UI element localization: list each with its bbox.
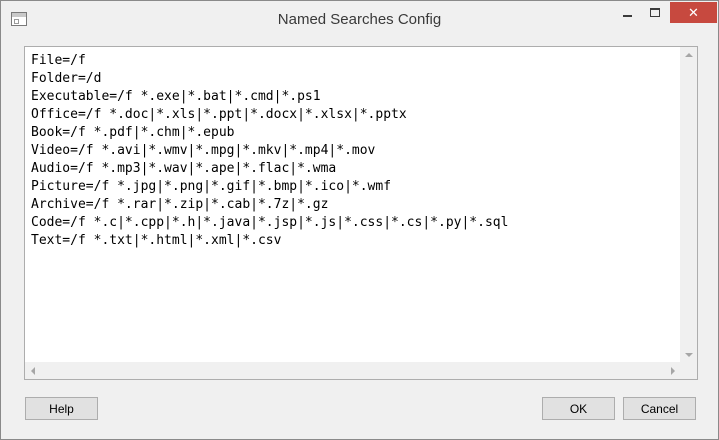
cancel-button[interactable]: Cancel: [623, 397, 696, 420]
config-line: Code=/f *.c|*.cpp|*.h|*.java|*.jsp|*.js|…: [31, 215, 509, 230]
window-title: Named Searches Config: [277, 11, 442, 28]
dialog-window: Named Searches Config ✕ File=/f Folder=/d…: [0, 0, 719, 440]
title-bar[interactable]: Named Searches Config ✕: [1, 1, 718, 39]
horizontal-scrollbar[interactable]: [25, 362, 681, 379]
config-line: Video=/f *.avi|*.wmv|*.mpg|*.mkv|*.mp4|*…: [31, 143, 376, 158]
config-line: Office=/f *.doc|*.xls|*.ppt|*.docx|*.xls…: [31, 107, 407, 122]
ok-button[interactable]: OK: [542, 397, 615, 420]
config-line: Text=/f *.txt|*.html|*.xml|*.csv: [31, 233, 282, 248]
scroll-up-arrow-icon[interactable]: [685, 53, 693, 57]
close-icon: ✕: [688, 4, 699, 20]
scrollbar-corner: [680, 362, 697, 379]
scroll-left-arrow-icon[interactable]: [31, 367, 35, 375]
vertical-scrollbar[interactable]: [680, 47, 697, 363]
config-line: Folder=/d: [31, 71, 102, 86]
scroll-right-arrow-icon[interactable]: [671, 367, 675, 375]
config-line: Book=/f *.pdf|*.chm|*.epub: [31, 125, 235, 140]
minimize-button[interactable]: [613, 2, 641, 23]
config-editor[interactable]: File=/f Folder=/d Executable=/f *.exe|*.ba…: [24, 46, 698, 380]
config-line: Archive=/f *.rar|*.zip|*.cab|*.7z|*.gz: [31, 197, 329, 212]
config-line: Picture=/f *.jpg|*.png|*.gif|*.bmp|*.ico…: [31, 179, 392, 194]
config-line: File=/f: [31, 53, 86, 68]
config-line: Executable=/f *.exe|*.bat|*.cmd|*.ps1: [31, 89, 321, 104]
maximize-icon: [650, 8, 660, 17]
minimize-icon: [622, 14, 632, 17]
help-button[interactable]: Help: [25, 397, 98, 420]
maximize-button[interactable]: [641, 2, 669, 23]
config-text-area[interactable]: File=/f Folder=/d Executable=/f *.exe|*.ba…: [25, 47, 681, 363]
close-button[interactable]: ✕: [670, 2, 717, 23]
scroll-down-arrow-icon[interactable]: [685, 353, 693, 357]
config-line: Audio=/f *.mp3|*.wav|*.ape|*.flac|*.wma: [31, 161, 337, 176]
